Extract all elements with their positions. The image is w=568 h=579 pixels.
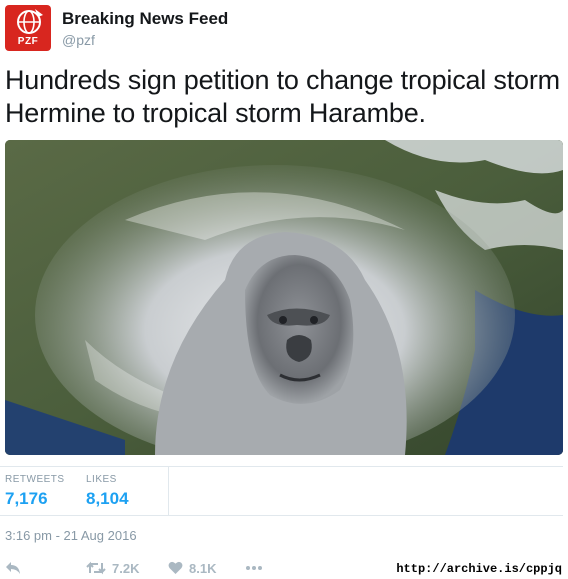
tweet-image[interactable] <box>5 140 563 455</box>
reply-button[interactable] <box>5 559 21 575</box>
retweets-stat[interactable]: RETWEETS 7,176 <box>5 474 65 509</box>
tweet-text: Hundreds sign petition to change tropica… <box>5 65 560 128</box>
retweet-count: 7.2K <box>112 560 140 576</box>
stats-divider <box>168 467 169 515</box>
more-button[interactable] <box>245 559 263 575</box>
avatar-label: PZF <box>17 36 39 47</box>
tweet-timestamp[interactable]: 3:16 pm - 21 Aug 2016 <box>5 528 137 543</box>
account-handle[interactable]: @pzf <box>62 32 95 48</box>
heart-icon <box>168 562 183 575</box>
retweet-icon <box>86 561 106 575</box>
more-dots-icon <box>246 566 262 571</box>
likes-count: 8,104 <box>86 489 129 508</box>
reply-icon <box>6 562 20 575</box>
archive-watermark: http://archive.is/cppjq <box>396 562 562 576</box>
retweets-count: 7,176 <box>5 489 48 508</box>
like-count: 8.1K <box>189 560 217 576</box>
retweets-label: RETWEETS <box>5 474 65 485</box>
storm-gorilla-image <box>5 140 563 455</box>
retweet-button[interactable]: 7.2K <box>86 559 139 576</box>
like-button[interactable]: 8.1K <box>168 559 216 576</box>
account-name[interactable]: Breaking News Feed <box>62 9 228 29</box>
likes-stat[interactable]: LIKES 8,104 <box>86 474 129 509</box>
engagement-stats: RETWEETS 7,176 LIKES 8,104 <box>0 466 563 516</box>
likes-label: LIKES <box>86 474 117 485</box>
avatar[interactable]: PZF <box>5 5 51 51</box>
